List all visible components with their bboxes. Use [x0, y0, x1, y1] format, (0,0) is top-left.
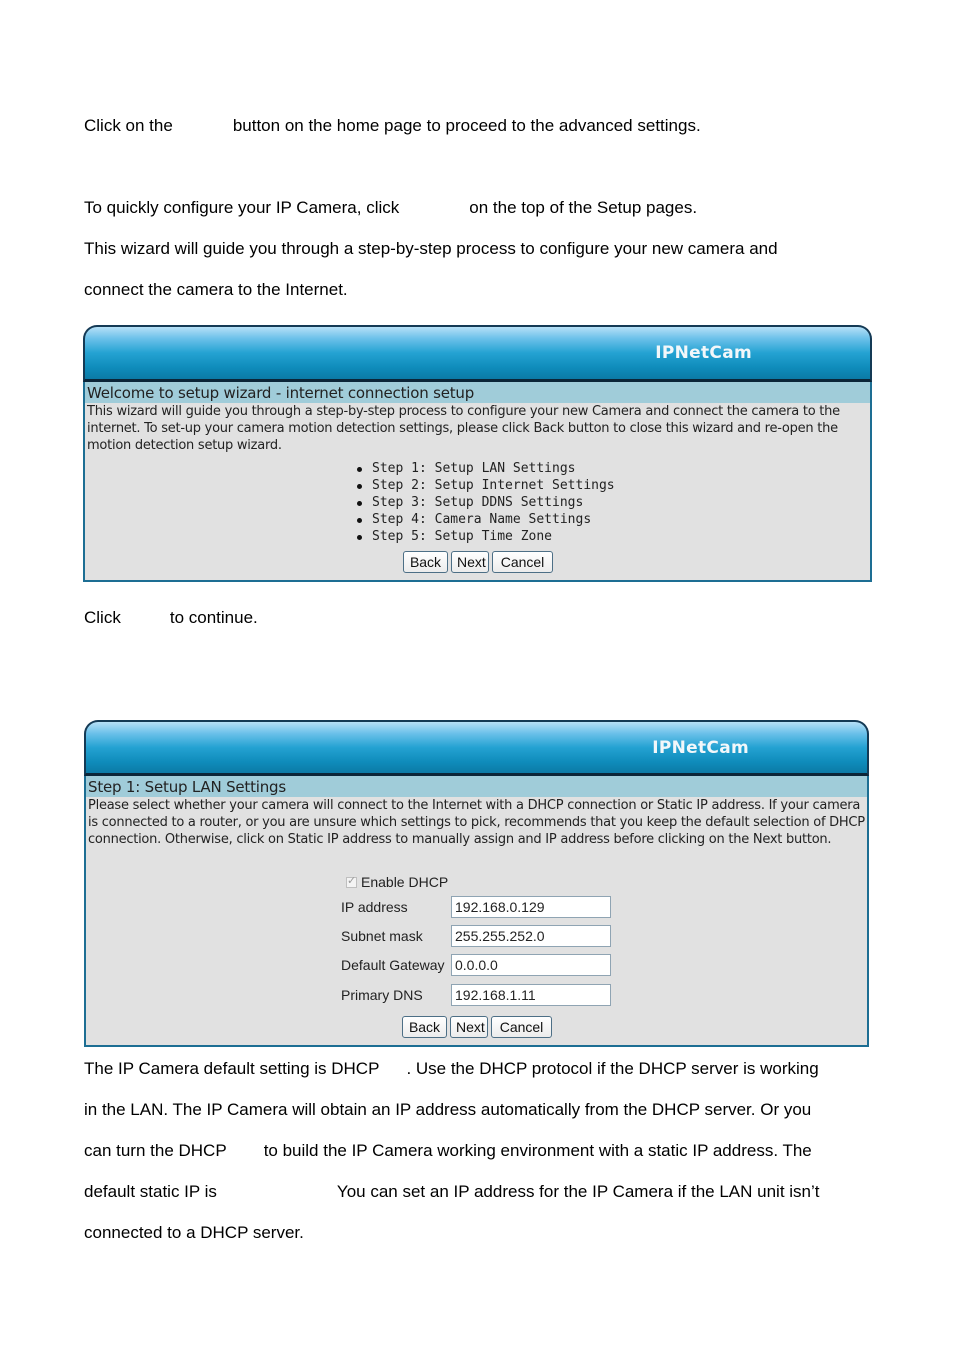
- cancel-button[interactable]: Cancel: [492, 551, 553, 573]
- text: To quickly configure your IP Camera, cli…: [84, 198, 400, 217]
- text: can turn the DHCP: [84, 1141, 227, 1160]
- step-item: Step 4: Camera Name Settings: [355, 511, 615, 528]
- back-button[interactable]: Back: [403, 551, 448, 573]
- intro-paragraph: Click on the button on the home page to p…: [84, 116, 701, 136]
- brand-logo: IPNetCam: [652, 738, 749, 758]
- subnet-mask-input[interactable]: 255.255.252.0: [451, 925, 611, 947]
- dhcp-paragraph-line-3: can turn the DHCP to build the IP Camera …: [84, 1141, 812, 1161]
- text: The IP Camera default setting is DHCP: [84, 1059, 380, 1078]
- enable-dhcp-checkbox-row[interactable]: Enable DHCP: [346, 874, 448, 890]
- quick-config-paragraph: To quickly configure your IP Camera, cli…: [84, 198, 697, 218]
- panel-body: Welcome to setup wizard - internet conne…: [83, 382, 872, 582]
- dhcp-paragraph-line-5: connected to a DHCP server.: [84, 1223, 304, 1242]
- panel-description: Please select whether your camera will c…: [88, 798, 865, 847]
- step-item: Step 5: Setup Time Zone: [355, 528, 615, 545]
- text: on the top of the Setup pages.: [469, 198, 698, 217]
- wizard-buttons: Back Next Cancel: [402, 1016, 552, 1038]
- setup-wizard-welcome-panel: IPNetCam Welcome to setup wizard - inter…: [83, 325, 872, 582]
- dhcp-paragraph-line-1: The IP Camera default setting is DHCP . U…: [84, 1059, 819, 1079]
- panel-header: IPNetCam: [84, 720, 869, 776]
- dhcp-paragraph-line-2: in the LAN. The IP Camera will obtain an…: [84, 1100, 812, 1119]
- text: You can set an IP address for the IP Cam…: [336, 1182, 820, 1201]
- panel-description: This wizard will guide you through a ste…: [87, 404, 840, 453]
- step-item: Step 1: Setup LAN Settings: [355, 460, 615, 477]
- brand-logo: IPNetCam: [655, 343, 752, 363]
- wizard-buttons: Back Next Cancel: [403, 551, 553, 573]
- text: Click on the: [84, 116, 173, 135]
- text: button on the home page to proceed to th…: [232, 116, 701, 135]
- panel-body: Step 1: Setup LAN Settings Please select…: [84, 776, 869, 1047]
- text: to build the IP Camera working environme…: [263, 1141, 812, 1160]
- click-to-continue-paragraph: Click to continue.: [84, 608, 258, 628]
- lan-settings-panel: IPNetCam Step 1: Setup LAN Settings Plea…: [84, 720, 869, 1047]
- text: . Use the DHCP protocol if the DHCP serv…: [406, 1059, 819, 1078]
- checkbox-checked-icon[interactable]: [346, 874, 357, 888]
- text: default static IP is: [84, 1182, 217, 1201]
- cancel-button[interactable]: Cancel: [491, 1016, 552, 1038]
- wizard-description-line-1: This wizard will guide you through a ste…: [84, 239, 778, 258]
- subnet-mask-label: Subnet mask: [341, 928, 423, 944]
- wizard-description-line-2: connect the camera to the Internet.: [84, 280, 348, 299]
- primary-dns-input[interactable]: 192.168.1.11: [451, 984, 611, 1006]
- enable-dhcp-label: Enable DHCP: [361, 874, 449, 890]
- next-button[interactable]: Next: [450, 1016, 488, 1038]
- panel-header: IPNetCam: [83, 325, 872, 382]
- text: to continue.: [169, 608, 258, 627]
- back-button[interactable]: Back: [402, 1016, 447, 1038]
- ip-address-label: IP address: [341, 899, 408, 915]
- step-item: Step 2: Setup Internet Settings: [355, 477, 615, 494]
- step-item: Step 3: Setup DDNS Settings: [355, 494, 615, 511]
- steps-list: Step 1: Setup LAN Settings Step 2: Setup…: [355, 460, 615, 545]
- default-gateway-input[interactable]: 0.0.0.0: [451, 954, 611, 976]
- dhcp-paragraph-line-4: default static IP is You can set an IP ad…: [84, 1182, 820, 1202]
- panel-title: Step 1: Setup LAN Settings: [86, 776, 867, 797]
- primary-dns-label: Primary DNS: [341, 987, 423, 1003]
- next-button[interactable]: Next: [451, 551, 489, 573]
- panel-title: Welcome to setup wizard - internet conne…: [85, 382, 870, 403]
- ip-address-input[interactable]: 192.168.0.129: [451, 896, 611, 918]
- default-gateway-label: Default Gateway: [341, 957, 445, 973]
- text: Click: [84, 608, 121, 627]
